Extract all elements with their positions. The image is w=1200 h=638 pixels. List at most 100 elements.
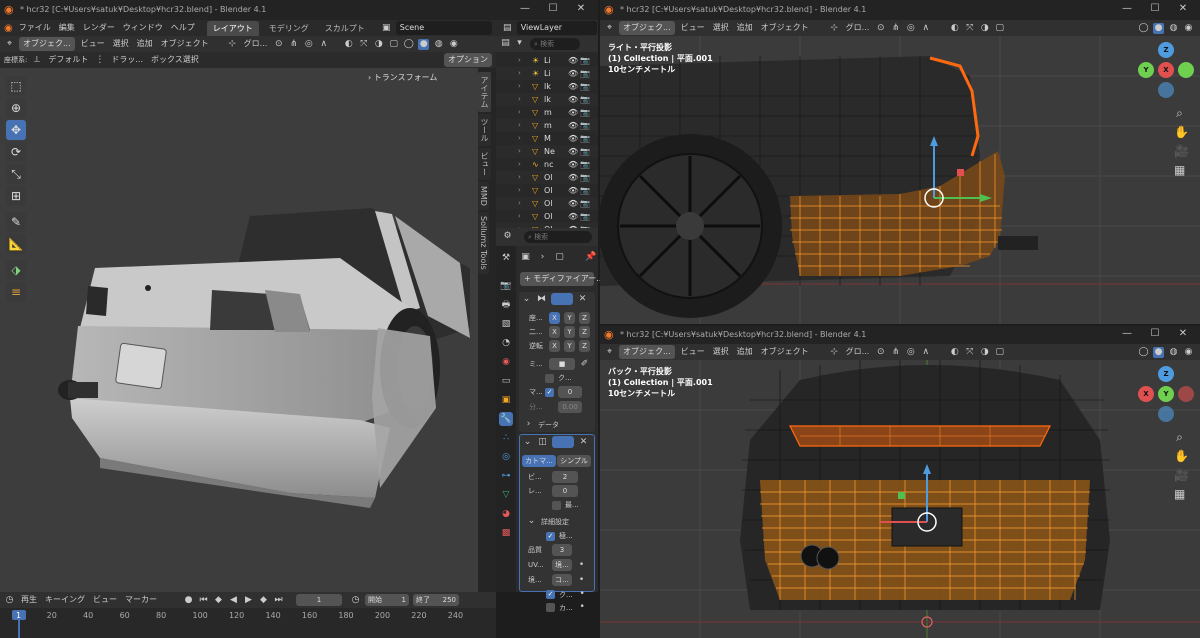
expand-arrow-icon[interactable]: › xyxy=(518,54,532,67)
eye-visibility-icon[interactable]: 👁 xyxy=(568,67,580,80)
advanced-subpanel[interactable]: ⌄ 詳細設定 xyxy=(520,516,594,527)
prev-key-icon[interactable]: ◆ xyxy=(213,595,224,606)
rb-shading-wire-icon[interactable]: ◯ xyxy=(1138,347,1149,358)
outliner-search[interactable]: ⌕ 検索 xyxy=(530,38,580,50)
rt-gizmo-neg[interactable] xyxy=(1178,62,1194,78)
add-menu[interactable]: 追加 xyxy=(135,38,155,50)
transform-tool-icon[interactable]: ⊞ xyxy=(6,186,26,206)
texture-props-icon[interactable]: ▩ xyxy=(499,526,513,540)
rb-gizmo-neg-z[interactable] xyxy=(1158,406,1174,422)
rt-pan-icon[interactable]: ✋ xyxy=(1174,126,1189,138)
rb-orientation-dropdown[interactable]: グロ... xyxy=(844,346,872,358)
tab-mmd[interactable]: MMD xyxy=(478,182,489,210)
end-frame-field[interactable]: 終了 250 xyxy=(413,594,459,606)
rb-shading-material-icon[interactable]: ◍ xyxy=(1168,347,1179,358)
eye-visibility-icon[interactable]: 👁 xyxy=(568,210,580,223)
collapse-chevron-icon[interactable]: ⌄ xyxy=(521,294,532,305)
rb-ortho-grid-icon[interactable]: ▦ xyxy=(1174,488,1185,500)
overlay-icon[interactable]: ◑ xyxy=(373,39,384,50)
rt-falloff-icon[interactable]: ∧ xyxy=(920,23,931,34)
rb-object-menu[interactable]: オブジェクト xyxy=(759,346,811,358)
use-crease-checkbox[interactable]: ✓ xyxy=(546,590,555,599)
render-camera-icon[interactable]: 📷 xyxy=(580,171,592,184)
mirror-axis-y[interactable]: Y xyxy=(564,312,575,324)
mode-dropdown[interactable]: オブジェク... xyxy=(19,37,75,51)
outliner-row[interactable]: › ☀ Li 👁 📷 xyxy=(496,67,598,80)
shading-solid-icon[interactable]: ● xyxy=(418,38,430,50)
start-frame-field[interactable]: 開始 1 xyxy=(365,594,409,606)
rb-maximize-button[interactable]: ☐ xyxy=(1144,328,1166,339)
render-camera-icon[interactable]: 📷 xyxy=(580,54,592,67)
subsurf-delete-icon[interactable]: ✕ xyxy=(578,437,589,448)
mirror-modifier-name[interactable] xyxy=(551,293,573,305)
play-icon[interactable]: ▶ xyxy=(243,595,254,606)
editor-type-icon[interactable]: ⌖ xyxy=(4,39,15,50)
menu-window[interactable]: ウィンドウ xyxy=(121,22,165,34)
view-menu[interactable]: ビュー xyxy=(79,38,107,50)
rt-xray-icon[interactable]: ▢ xyxy=(994,23,1005,34)
eye-visibility-icon[interactable]: 👁 xyxy=(568,119,580,132)
expand-arrow-icon[interactable]: › xyxy=(518,67,532,80)
rb-select-menu[interactable]: 選択 xyxy=(711,346,731,358)
rt-overlay-icon[interactable]: ◑ xyxy=(979,23,990,34)
flip-axis-x[interactable]: X xyxy=(549,340,560,352)
expand-arrow-icon[interactable]: › xyxy=(518,197,532,210)
add-modifier-button[interactable]: + モディファイアー... xyxy=(520,272,604,286)
orientation-dropdown[interactable]: グロ... xyxy=(242,38,270,50)
tab-item[interactable]: アイテム xyxy=(478,72,491,112)
blender-menu-icon[interactable]: ◉ xyxy=(4,23,13,34)
bisect-axis-y[interactable]: Y xyxy=(564,326,575,338)
rt-pivot-icon[interactable]: ⊙ xyxy=(875,23,886,34)
drag-dropdown[interactable]: ドラッ... xyxy=(109,54,145,66)
rt-close-button[interactable]: ✕ xyxy=(1172,3,1194,14)
eye-visibility-icon[interactable]: 👁 xyxy=(568,54,580,67)
xray-icon[interactable]: ▢ xyxy=(388,39,399,50)
rb-pan-icon[interactable]: ✋ xyxy=(1174,450,1189,462)
rb-gizmo-icon[interactable]: ⤧ xyxy=(964,347,975,358)
transform-panel-header[interactable]: › トランスフォーム xyxy=(368,72,437,83)
rb-gizmo-neg-x[interactable] xyxy=(1178,386,1194,402)
sollumz-tool-icon[interactable]: ≡ xyxy=(6,282,26,302)
shading-render-icon[interactable]: ◉ xyxy=(448,39,459,50)
physics-props-icon[interactable]: ◎ xyxy=(499,450,513,464)
current-frame-field[interactable]: 1 xyxy=(296,594,342,606)
uv-smooth-dropdown[interactable]: 境... xyxy=(552,559,572,571)
render-camera-icon[interactable]: 📷 xyxy=(580,119,592,132)
outliner-row[interactable]: › ▽ m 👁 📷 xyxy=(496,119,598,132)
mirror-axis-z[interactable]: Z xyxy=(579,312,590,324)
rt-ortho-grid-icon[interactable]: ▦ xyxy=(1174,164,1185,176)
rb-mode-dropdown[interactable]: オブジェク... xyxy=(619,345,675,359)
render-camera-icon[interactable]: 📷 xyxy=(580,158,592,171)
subsurf-modifier-name[interactable] xyxy=(552,436,574,448)
timeline-view-menu[interactable]: ビュー xyxy=(91,594,119,606)
rt-shading-material-icon[interactable]: ◍ xyxy=(1168,23,1179,34)
cursor-tool-icon[interactable]: ⊕ xyxy=(6,98,26,118)
object-menu[interactable]: オブジェクト xyxy=(159,38,211,50)
menu-render[interactable]: レンダー xyxy=(81,22,117,34)
expand-arrow-icon[interactable]: › xyxy=(518,184,532,197)
world-props-icon[interactable]: ◉ xyxy=(499,355,513,369)
rb-camera-icon[interactable]: 🎥 xyxy=(1174,469,1189,481)
rt-nav-gizmo[interactable]: Z Y X xyxy=(1134,42,1198,102)
tab-layout[interactable]: レイアウト xyxy=(206,20,259,36)
outliner-row[interactable]: ›▽ Ol 👁📷 xyxy=(496,210,598,223)
outliner-row[interactable]: › ▽ Ne 👁 📷 xyxy=(496,145,598,158)
shading-wire-icon[interactable]: ◯ xyxy=(403,39,414,50)
expand-arrow-icon[interactable]: › xyxy=(518,132,532,145)
select-menu[interactable]: 選択 xyxy=(111,38,131,50)
data-props-icon[interactable]: ▽ xyxy=(499,488,513,502)
rb-snap-icon[interactable]: ⋔ xyxy=(890,347,901,358)
rb-shading-solid-icon[interactable]: ● xyxy=(1153,346,1164,358)
rb-nav-gizmo[interactable]: Z X Y xyxy=(1134,366,1198,426)
expand-arrow-icon[interactable]: › xyxy=(518,171,532,184)
outliner-type-icon[interactable]: ▤ xyxy=(500,38,511,49)
eye-visibility-icon[interactable]: 👁 xyxy=(568,184,580,197)
outliner-row[interactable]: ›▽ Ol 👁📷 xyxy=(496,171,598,184)
rt-editor-type-icon[interactable]: ⌖ xyxy=(604,23,615,34)
render-camera-icon[interactable]: 📷 xyxy=(580,106,592,119)
play-reverse-icon[interactable]: ◀ xyxy=(228,595,239,606)
material-props-icon[interactable]: ◕ xyxy=(499,507,513,521)
outliner-row[interactable]: ›▽ Ol 👁📷 xyxy=(496,197,598,210)
render-levels-value[interactable]: 0 xyxy=(552,485,578,497)
eyedropper-icon[interactable]: ✐ xyxy=(579,359,590,370)
